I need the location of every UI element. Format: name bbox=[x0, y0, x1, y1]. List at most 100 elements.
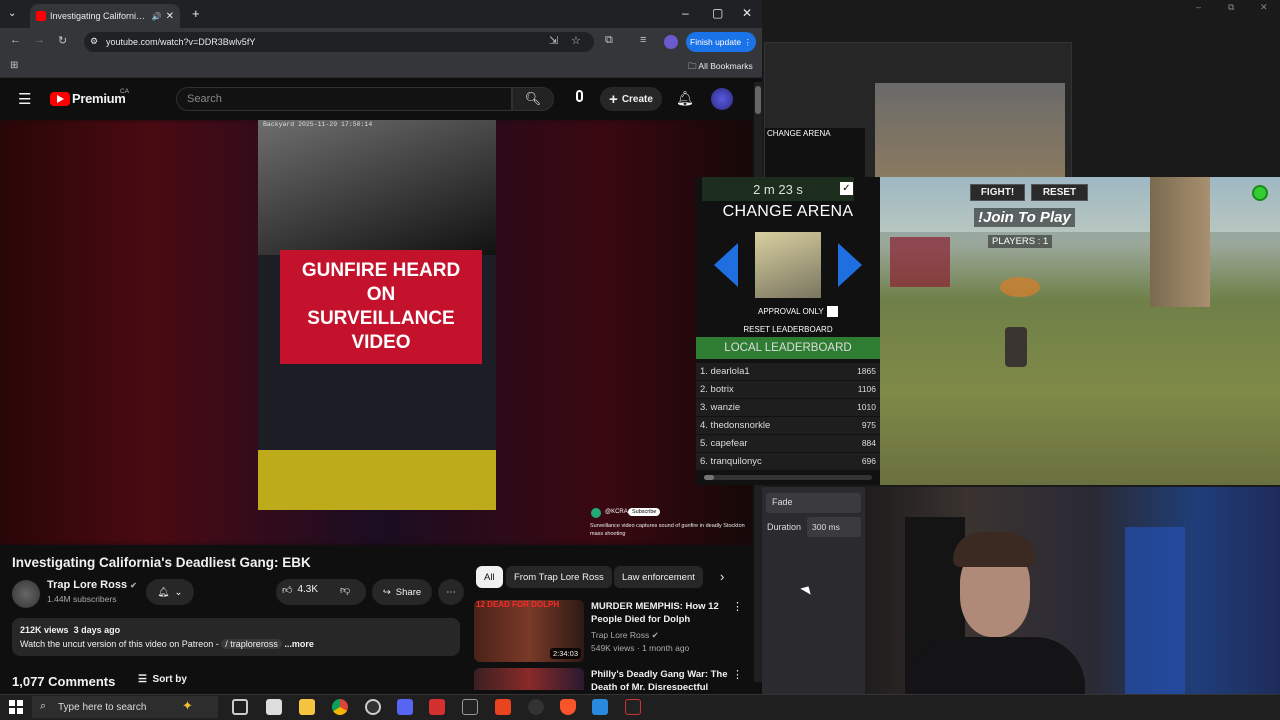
share-button[interactable]: ↪ Share bbox=[372, 579, 432, 605]
recommendation-item[interactable]: Philly's Deadly Gang War: The Death of M… bbox=[474, 668, 744, 690]
scrollbar-thumb[interactable] bbox=[755, 86, 761, 114]
back-icon[interactable]: ← bbox=[10, 34, 21, 46]
reset-leaderboard-button[interactable]: RESET LEADERBOARD bbox=[696, 325, 880, 334]
approval-only-checkbox[interactable] bbox=[827, 306, 838, 317]
comments-count: 1,077 Comments bbox=[12, 674, 116, 689]
start-windows-icon[interactable] bbox=[9, 700, 23, 714]
all-bookmarks-label: All Bookmarks bbox=[698, 61, 753, 71]
reload-icon[interactable]: ↻ bbox=[58, 34, 67, 47]
extensions-icon[interactable]: ⧉ bbox=[605, 34, 613, 47]
tab-list-chevron-icon[interactable]: ⌄ bbox=[8, 8, 16, 19]
site-info-icon[interactable]: ⚙ bbox=[90, 36, 98, 47]
apps-grid-icon[interactable]: ⊞ bbox=[10, 60, 18, 71]
obs-restore-icon[interactable]: ⧉ bbox=[1228, 2, 1234, 13]
taskbar-search-input[interactable]: ⌕ Type here to search ✦ bbox=[32, 696, 218, 718]
account-avatar[interactable] bbox=[711, 88, 733, 110]
reset-button[interactable]: RESET bbox=[1031, 184, 1088, 201]
settings-gear-icon[interactable] bbox=[1252, 185, 1268, 201]
obs-minimize-icon[interactable]: – bbox=[1196, 2, 1201, 12]
bookmark-star-icon[interactable]: ☆ bbox=[571, 34, 581, 47]
duration-input[interactable]: 300 ms bbox=[807, 517, 861, 537]
tab-title: Investigating California's De bbox=[50, 11, 148, 21]
dislike-button[interactable]: 👎︎ bbox=[340, 584, 350, 596]
show-more-link[interactable]: ...more bbox=[284, 639, 314, 649]
obs-close-icon[interactable]: ✕ bbox=[1260, 2, 1268, 13]
youtube-logo-icon[interactable] bbox=[50, 92, 70, 106]
bookmarks-bar bbox=[0, 56, 762, 78]
hamburger-menu-icon[interactable]: ☰ bbox=[18, 90, 31, 108]
youtube-premium-logo[interactable]: Premium bbox=[72, 91, 126, 106]
brave-icon[interactable] bbox=[560, 699, 576, 715]
leaderboard-scrollbar[interactable] bbox=[704, 475, 872, 480]
sort-icon: ☰ bbox=[138, 674, 147, 685]
previous-arena-arrow-icon[interactable] bbox=[714, 243, 738, 287]
maximize-icon[interactable]: ▢ bbox=[712, 6, 723, 20]
chip-law-enforcement[interactable]: Law enforcement bbox=[614, 566, 703, 588]
thumbnail-text: 12 DEAD FOR DOLPH bbox=[476, 600, 560, 609]
chevron-down-icon: ⌄ bbox=[174, 586, 183, 598]
scrollbar-thumb[interactable] bbox=[704, 475, 714, 480]
patreon-link[interactable]: / traploreross bbox=[221, 639, 282, 649]
microphone-icon[interactable] bbox=[571, 90, 587, 108]
address-bar[interactable]: ⚙ youtube.com/watch?v=DDR3Bwlv5fY bbox=[84, 32, 594, 52]
news-source: @KCRA bbox=[605, 509, 628, 515]
leaderboard-row: 3. wanzie 1010 bbox=[696, 399, 880, 417]
vscode-icon[interactable] bbox=[592, 699, 608, 715]
video-title: Investigating California's Deadliest Gan… bbox=[12, 555, 311, 570]
file-explorer-icon[interactable] bbox=[299, 699, 315, 715]
obs-icon[interactable] bbox=[365, 699, 381, 715]
transition-select[interactable]: Fade bbox=[766, 493, 861, 513]
new-tab-icon[interactable]: + bbox=[192, 6, 200, 21]
share-icon: ↪ bbox=[382, 586, 391, 598]
search-input[interactable]: Search bbox=[176, 87, 512, 111]
recommendation-item[interactable]: 12 DEAD FOR DOLPH 2:34:03 MURDER MEMPHIS… bbox=[474, 600, 744, 664]
notifications-bell-icon[interactable]: 🔔︎ bbox=[676, 90, 694, 107]
tab-close-icon[interactable]: ✕ bbox=[166, 11, 174, 22]
game-viewport[interactable] bbox=[880, 177, 1280, 485]
media-control-icon[interactable]: ≡ bbox=[640, 34, 646, 46]
next-arena-arrow-icon[interactable] bbox=[838, 243, 862, 287]
more-vertical-icon[interactable]: ⋮ bbox=[732, 600, 743, 613]
more-vertical-icon[interactable]: ⋮ bbox=[732, 668, 743, 681]
arena-panel: 2 m 23 s ✓ CHANGE ARENA APPROVAL ONLY RE… bbox=[696, 177, 880, 485]
description-box[interactable]: 212K views 3 days ago Watch the uncut ve… bbox=[12, 618, 460, 656]
player-score: 696 bbox=[861, 456, 876, 466]
x-app-icon[interactable] bbox=[462, 699, 478, 715]
speaker-icon[interactable]: 🔊 bbox=[152, 12, 162, 21]
chip-all[interactable]: All bbox=[476, 566, 503, 588]
finish-update-button[interactable]: Finish update ⋮ bbox=[686, 32, 756, 52]
create-button[interactable]: + Create bbox=[600, 87, 662, 111]
blender-icon[interactable] bbox=[528, 699, 544, 715]
chrome-icon[interactable] bbox=[332, 699, 348, 715]
install-icon[interactable]: ⇲ bbox=[549, 34, 558, 47]
app-icon-4[interactable] bbox=[625, 699, 641, 715]
recommendation-thumbnail: 12 DEAD FOR DOLPH 2:34:03 bbox=[474, 600, 584, 662]
discord-icon[interactable] bbox=[397, 699, 413, 715]
app-icon-1[interactable] bbox=[266, 699, 282, 715]
app-icon-2[interactable] bbox=[429, 699, 445, 715]
more-actions-button[interactable]: ⋯ bbox=[438, 579, 464, 605]
forward-icon[interactable]: → bbox=[34, 34, 45, 46]
minimize-icon[interactable]: – bbox=[682, 6, 689, 20]
channel-avatar[interactable] bbox=[12, 580, 40, 608]
headline-card: GUNFIRE HEARD ON SURVEILLANCE VIDEO bbox=[280, 250, 482, 364]
task-view-icon[interactable] bbox=[232, 699, 248, 715]
browser-tab[interactable]: Investigating California's De 🔊 ✕ bbox=[30, 4, 180, 28]
timer-checkbox[interactable]: ✓ bbox=[840, 182, 853, 195]
subscribed-bell-button[interactable]: 🔔︎ ⌄ bbox=[146, 579, 194, 605]
arena-thumbnail bbox=[755, 232, 821, 298]
fight-button[interactable]: FIGHT! bbox=[970, 184, 1025, 201]
round-timer: 2 m 23 s bbox=[702, 177, 854, 201]
search-button[interactable]: 🔍︎ bbox=[512, 87, 554, 111]
app-icon-3[interactable] bbox=[495, 699, 511, 715]
channel-name[interactable]: Trap Lore Ross ✔ bbox=[47, 579, 137, 591]
chips-next-icon[interactable]: › bbox=[720, 569, 724, 584]
change-arena-label: CHANGE ARENA bbox=[722, 203, 854, 220]
chip-from-channel[interactable]: From Trap Lore Ross bbox=[506, 566, 612, 588]
sort-by-button[interactable]: ☰ Sort by bbox=[138, 674, 187, 685]
all-bookmarks-button[interactable]: 🗀 All Bookmarks bbox=[688, 61, 753, 75]
close-window-icon[interactable]: ✕ bbox=[742, 6, 752, 20]
approval-only-label: APPROVAL ONLY bbox=[758, 307, 824, 316]
like-button[interactable]: 👍︎ 4.3K bbox=[282, 584, 318, 596]
profile-avatar[interactable] bbox=[664, 35, 678, 49]
